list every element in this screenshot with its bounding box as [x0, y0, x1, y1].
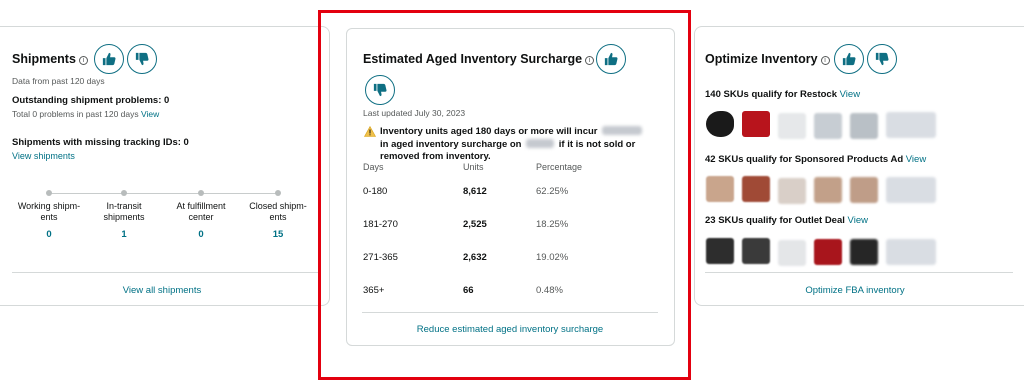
sku-thumbnail[interactable]	[778, 113, 806, 139]
view-sponsored-link[interactable]: View	[906, 154, 926, 165]
thumbs-down-button[interactable]	[127, 44, 157, 74]
outstanding-problems-sub: Total 0 problems in past 120 days View	[12, 109, 160, 119]
timeline-dot	[275, 190, 281, 196]
timeline-dot	[46, 190, 52, 196]
sku-thumbnail[interactable]	[742, 176, 770, 202]
timeline-dot	[121, 190, 127, 196]
divider	[12, 272, 320, 273]
info-icon[interactable]: i	[820, 56, 830, 65]
more-skus-badge[interactable]	[886, 177, 936, 203]
missing-tracking-label: Shipments with missing tracking IDs: 0	[12, 137, 189, 148]
sku-thumbnail[interactable]	[814, 113, 842, 139]
sku-thumbnail[interactable]	[742, 111, 770, 137]
more-skus-badge[interactable]	[886, 239, 936, 265]
optimize-fba-link[interactable]: Optimize FBA inventory	[705, 285, 1005, 296]
view-shipments-link[interactable]: View shipments	[12, 151, 75, 161]
sku-thumbnail[interactable]	[742, 238, 770, 264]
view-outlet-link[interactable]: View	[848, 215, 868, 226]
sku-thumbnail[interactable]	[706, 111, 734, 137]
sku-thumbnail[interactable]	[850, 239, 878, 265]
sku-thumbnail[interactable]	[814, 239, 842, 265]
stage-closed-label: Closed shipm-ents	[249, 201, 307, 222]
stage-in-transit-label: In-transit shipments	[103, 201, 145, 222]
stage-fulfillment-count[interactable]: 0	[164, 229, 238, 240]
optimize-inventory-title: Optimize Inventory i	[705, 52, 830, 66]
stage-in-transit-count[interactable]: 1	[87, 229, 161, 240]
info-icon[interactable]: i	[78, 56, 88, 65]
view-all-shipments-link[interactable]: View all shipments	[12, 285, 312, 296]
highlight-box	[318, 10, 691, 380]
view-restock-link[interactable]: View	[840, 89, 860, 100]
sku-thumbnail[interactable]	[706, 176, 734, 202]
thumbs-up-icon	[842, 52, 856, 66]
thumbs-up-button[interactable]	[94, 44, 124, 74]
stage-working-label: Working shipm-ents	[17, 201, 81, 222]
sku-thumbnail[interactable]	[778, 240, 806, 266]
outstanding-problems-label: Outstanding shipment problems: 0	[12, 95, 170, 106]
view-problems-link[interactable]: View	[141, 109, 159, 119]
restock-label: 140 SKUs qualify for Restock View	[705, 89, 861, 100]
shipments-card	[0, 26, 330, 306]
shipments-title: Shipments i	[12, 52, 88, 66]
sku-thumbnail[interactable]	[706, 238, 734, 264]
divider	[705, 272, 1013, 273]
thumbs-up-icon	[102, 52, 116, 66]
stage-closed-count[interactable]: 15	[241, 229, 315, 240]
shipment-timeline	[48, 193, 278, 194]
sku-thumbnail[interactable]	[814, 177, 842, 203]
stage-fulfillment-label: At fulfillment center	[176, 201, 226, 222]
sku-thumbnail[interactable]	[778, 178, 806, 204]
shipments-subtitle: Data from past 120 days	[12, 76, 105, 86]
sponsored-label: 42 SKUs qualify for Sponsored Products A…	[705, 154, 927, 165]
more-skus-badge[interactable]	[886, 112, 936, 138]
thumbs-up-button[interactable]	[834, 44, 864, 74]
thumbs-down-icon	[875, 52, 889, 66]
thumbs-down-button[interactable]	[867, 44, 897, 74]
sku-thumbnail[interactable]	[850, 113, 878, 139]
sku-thumbnail[interactable]	[850, 177, 878, 203]
outlet-label: 23 SKUs qualify for Outlet Deal View	[705, 215, 868, 226]
stage-working-count[interactable]: 0	[12, 229, 86, 240]
thumbs-down-icon	[135, 52, 149, 66]
timeline-dot	[198, 190, 204, 196]
